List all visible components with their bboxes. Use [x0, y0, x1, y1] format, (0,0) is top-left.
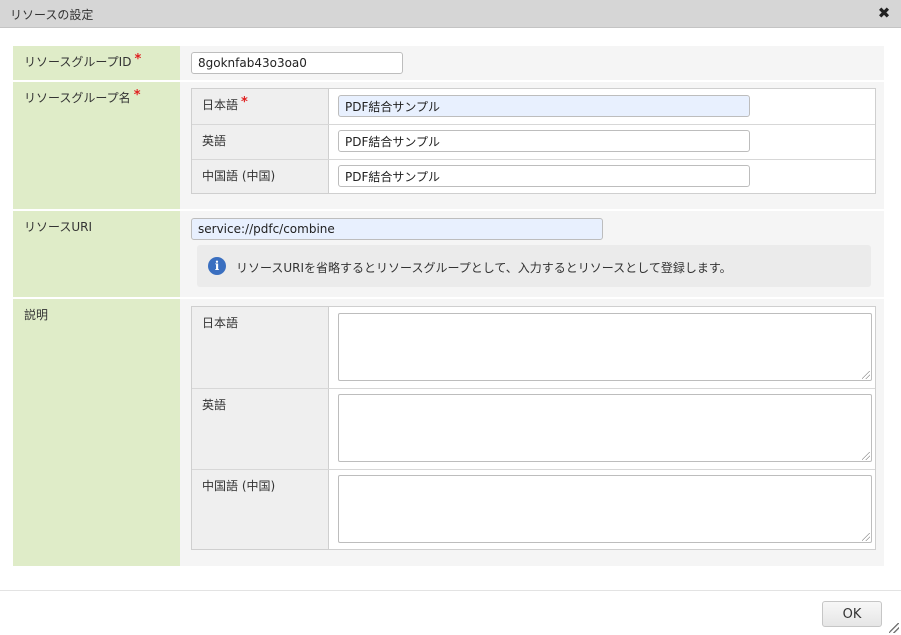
required-mark: *	[134, 52, 142, 67]
resize-grip-icon[interactable]	[862, 452, 870, 460]
lang-label-cell: 中国語 (中国)	[192, 470, 329, 549]
group-name-ja-input[interactable]	[338, 95, 750, 117]
group-name-label-cell: リソースグループ名 *	[13, 82, 180, 209]
lang-label-zh: 中国語 (中国)	[202, 479, 276, 493]
resize-grip-icon[interactable]	[862, 533, 870, 541]
group-id-label: リソースグループID	[24, 55, 132, 69]
required-mark: *	[133, 88, 141, 103]
dialog-title: リソースの設定	[10, 8, 94, 22]
footer-divider	[0, 590, 901, 591]
group-name-label: リソースグループ名	[24, 91, 131, 105]
description-zh-textarea[interactable]	[338, 475, 872, 543]
info-icon: i	[208, 257, 226, 275]
lang-label-ja: 日本語	[202, 98, 239, 112]
description-ja-textarea[interactable]	[338, 313, 872, 381]
resize-grip-icon[interactable]	[862, 371, 870, 379]
resource-uri-input[interactable]	[191, 218, 603, 240]
group-id-label-cell: リソースグループID *	[13, 46, 180, 80]
lang-label-cell: 日本語 *	[192, 89, 329, 124]
lang-label-cell: 英語	[192, 125, 329, 159]
description-label-cell: 説明	[13, 299, 180, 566]
lang-label-zh: 中国語 (中国)	[202, 169, 276, 183]
group-name-en-input[interactable]	[338, 130, 750, 152]
resource-uri-label-cell: リソースURI	[13, 211, 180, 297]
required-mark: *	[241, 95, 248, 110]
lang-label-ja: 日本語	[202, 316, 239, 330]
lang-label-cell: 中国語 (中国)	[192, 160, 329, 193]
info-message: i リソースURIを省略するとリソースグループとして、入力するとリソースとして登…	[197, 245, 871, 287]
info-text: リソースURIを省略するとリソースグループとして、入力するとリソースとして登録し…	[236, 261, 732, 275]
resource-uri-label: リソースURI	[24, 220, 93, 234]
resize-grip-icon[interactable]	[889, 623, 899, 633]
ok-button[interactable]: OK	[822, 601, 882, 627]
lang-label-en: 英語	[202, 398, 227, 412]
description-en-textarea[interactable]	[338, 394, 872, 462]
close-icon[interactable]: ✖	[877, 5, 891, 21]
group-id-input[interactable]	[191, 52, 403, 74]
lang-label-cell: 日本語	[192, 307, 329, 388]
description-label: 説明	[24, 308, 49, 322]
lang-label-cell: 英語	[192, 389, 329, 469]
group-name-zh-input[interactable]	[338, 165, 750, 187]
dialog-titlebar: リソースの設定 ✖	[0, 0, 901, 28]
lang-label-en: 英語	[202, 134, 227, 148]
